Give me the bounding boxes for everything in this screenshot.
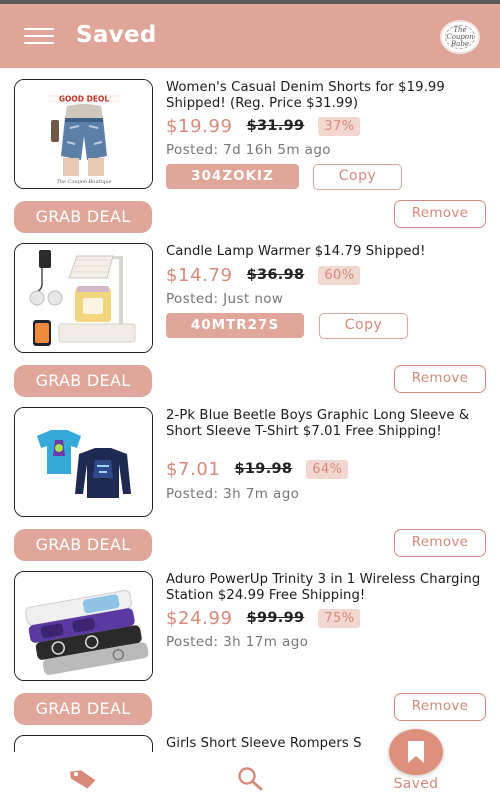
brand-logo[interactable]: The Coupon Babe [440,20,480,54]
posted-time: Posted: 3h 7m ago [166,486,300,502]
deal-image[interactable] [14,571,153,681]
hamburger-menu-icon[interactable] [24,26,54,46]
original-price: $36.98 [246,267,305,283]
image-caption-text: The Coupon Boutique [56,179,111,185]
price-row: $14.79 $36.98 60% [166,264,361,286]
coupon-code: 40MTR27S [166,313,304,338]
grab-deal-button[interactable]: GRAB DEAL [14,201,152,233]
price-row: $24.99 $99.99 75% [166,607,361,629]
grab-deal-button[interactable]: GRAB DEAL [14,365,152,397]
candle-lamp-image [15,244,152,352]
deal-title[interactable]: Women's Casual Denim Shorts for $19.99 S… [166,80,492,111]
grab-deal-button[interactable]: GRAB DEAL [14,529,152,561]
nav-tab-deals[interactable] [40,752,126,800]
deal-image[interactable] [14,407,153,517]
denim-shorts-image: GOOD DEOL The Coupon Boutique [15,80,152,188]
price-row: $19.99 $31.99 37% [166,115,361,137]
deal-title[interactable]: 2-Pk Blue Beetle Boys Graphic Long Sleev… [166,408,492,439]
nav-saved-label: Saved [393,776,439,792]
discount-badge: 64% [306,459,349,479]
remove-button[interactable]: Remove [394,529,486,557]
deal-title[interactable]: Aduro PowerUp Trinity 3 in 1 Wireless Ch… [166,572,492,603]
remove-button[interactable]: Remove [394,200,486,228]
search-icon [238,767,263,791]
deal-image[interactable]: GOOD DEOL The Coupon Boutique [14,79,153,189]
deal-title[interactable]: Candle Lamp Warmer $14.79 Shipped! [166,244,492,260]
grab-deal-button[interactable]: GRAB DEAL [14,693,152,725]
price-tag-icon [70,770,96,789]
deal-image[interactable] [14,243,153,353]
nav-tab-saved[interactable] [389,729,443,775]
blue-beetle-shirts-image [15,408,152,516]
discount-badge: 37% [318,116,361,136]
deal-price: $7.01 [166,458,221,480]
original-price: $99.99 [246,610,305,626]
posted-time: Posted: 3h 17m ago [166,634,309,650]
coupon-code: 304ZOKIZ [166,164,299,189]
deal-price: $24.99 [166,607,233,629]
original-price: $31.99 [246,118,305,134]
deal-price: $14.79 [166,264,233,286]
app-header: Saved The Coupon Babe [0,4,500,68]
remove-button[interactable]: Remove [394,693,486,721]
discount-badge: 75% [318,608,361,628]
bookmark-icon [408,741,424,763]
page-title: Saved [76,22,157,48]
original-price: $19.98 [234,461,293,477]
copy-code-button[interactable]: Copy [313,164,402,190]
nav-tab-search[interactable] [210,752,290,800]
copy-code-button[interactable]: Copy [319,313,408,339]
charging-station-image [15,572,152,680]
posted-time: Posted: Just now [166,291,284,307]
price-row: $7.01 $19.98 64% [166,458,349,480]
discount-badge: 60% [318,265,361,285]
posted-time: Posted: 7d 16h 5m ago [166,142,331,158]
image-banner-text: GOOD DEOL [59,95,109,104]
deal-title[interactable]: Girls Short Sleeve Rompers S [166,736,396,752]
remove-button[interactable]: Remove [394,365,486,393]
deal-price: $19.99 [166,115,233,137]
